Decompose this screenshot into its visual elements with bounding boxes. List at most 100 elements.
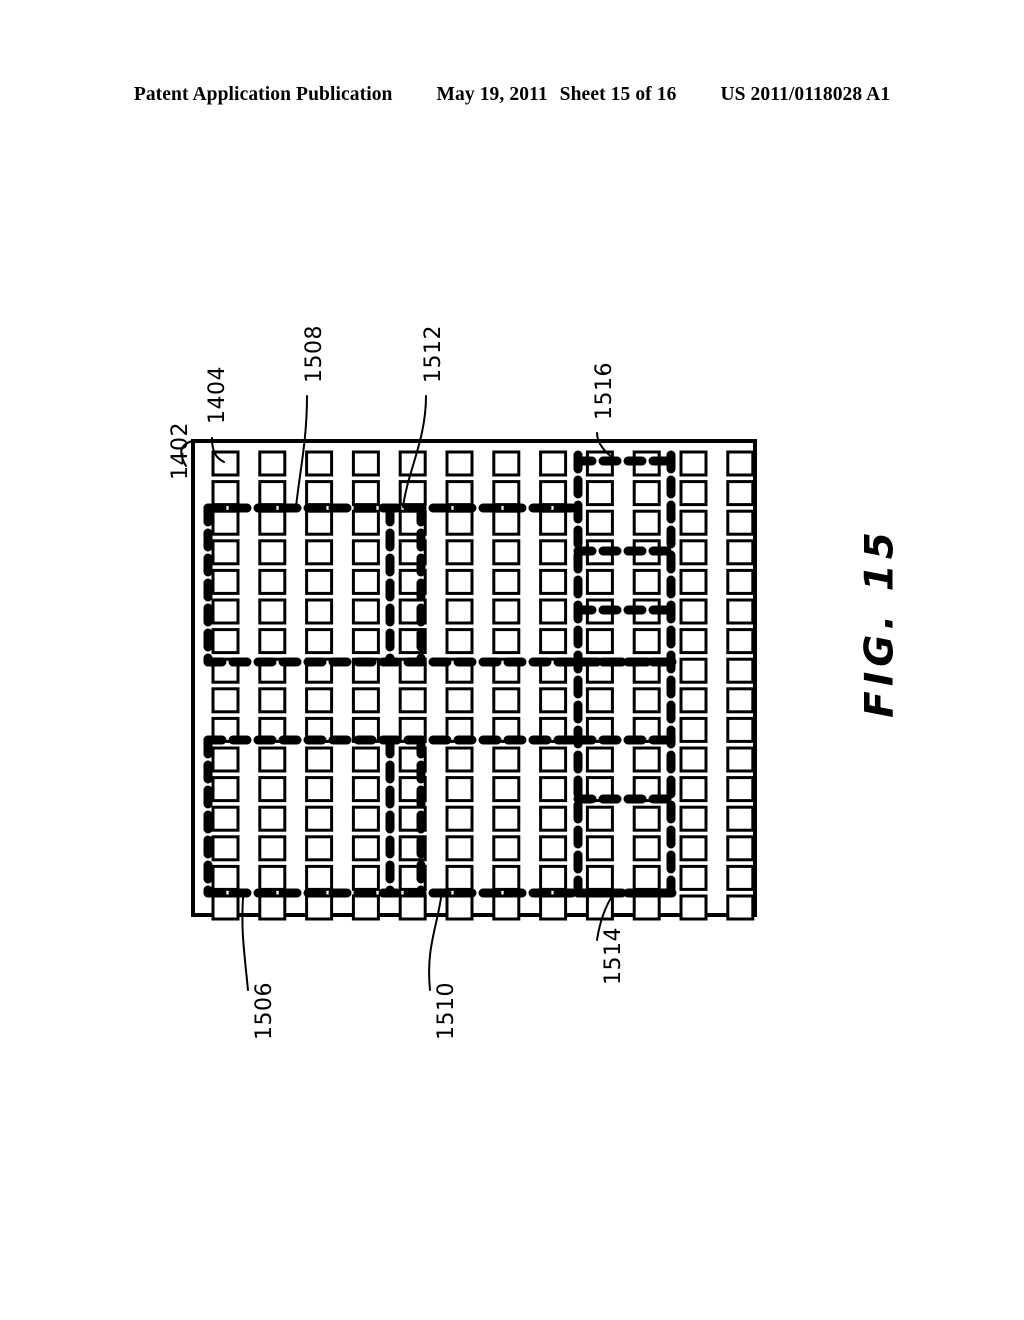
pad-square: [492, 746, 521, 773]
pad-square: [585, 628, 614, 655]
pad-square: [305, 598, 334, 625]
pad-square: [679, 776, 708, 803]
pad-square: [492, 628, 521, 655]
pad-square: [305, 864, 334, 891]
reference-numeral-1402: 1402: [168, 422, 193, 480]
pad-square: [492, 539, 521, 566]
pad-square: [351, 687, 380, 714]
pad-square: [726, 746, 755, 773]
figure-svg: [180, 395, 757, 991]
reference-numeral-1404: 1404: [205, 366, 230, 424]
pad-square: [258, 568, 287, 595]
pad-square: [539, 509, 568, 536]
pad-square: [351, 539, 380, 566]
pad-square: [726, 716, 755, 743]
pad-square: [679, 568, 708, 595]
pad-square: [445, 598, 474, 625]
pad-square: [726, 835, 755, 862]
pad-square: [258, 687, 287, 714]
pad-square: [492, 894, 521, 921]
pad-square: [351, 568, 380, 595]
pad-square: [726, 539, 755, 566]
pad-square: [211, 805, 240, 832]
pad-square: [539, 598, 568, 625]
pad-square: [351, 450, 380, 477]
pad-square: [632, 835, 661, 862]
pad-square: [351, 628, 380, 655]
pad-square: [726, 568, 755, 595]
pad-square: [305, 894, 334, 921]
pad-square: [258, 776, 287, 803]
pad-square: [258, 480, 287, 507]
pad-square: [679, 628, 708, 655]
reference-numeral-1514: 1514: [601, 927, 626, 985]
pad-square: [726, 657, 755, 684]
pad-square: [539, 687, 568, 714]
pad-square: [445, 687, 474, 714]
pad-square: [726, 776, 755, 803]
pad-square: [585, 835, 614, 862]
pad-square: [351, 805, 380, 832]
pad-square: [351, 509, 380, 536]
pad-square: [726, 894, 755, 921]
reference-numeral-1516: 1516: [592, 362, 617, 420]
pad-square: [492, 450, 521, 477]
pad-square: [258, 509, 287, 536]
pad-square: [492, 598, 521, 625]
pad-square: [305, 805, 334, 832]
pad-square: [632, 509, 661, 536]
pad-square: [679, 746, 708, 773]
pad-square: [632, 746, 661, 773]
pad-square: [539, 776, 568, 803]
pad-square: [726, 864, 755, 891]
pad-square: [445, 628, 474, 655]
pad-square: [539, 480, 568, 507]
pad-square: [211, 480, 240, 507]
pad-square: [211, 598, 240, 625]
pad-square: [211, 509, 240, 536]
pad-square: [258, 539, 287, 566]
pad-square: [305, 628, 334, 655]
pad-square: [258, 450, 287, 477]
pad-square: [398, 687, 427, 714]
pad-square: [211, 539, 240, 566]
pad-square: [585, 894, 614, 921]
pad-square: [585, 568, 614, 595]
pad-square: [632, 864, 661, 891]
pad-square: [258, 746, 287, 773]
pad-square: [679, 835, 708, 862]
pad-square: [258, 628, 287, 655]
leader-line-1506: [241, 897, 249, 991]
pad-square: [398, 894, 427, 921]
pad-square: [679, 894, 708, 921]
pad-square: [305, 480, 334, 507]
pad-square: [351, 776, 380, 803]
pad-square: [305, 687, 334, 714]
pad-square: [492, 776, 521, 803]
reference-numeral-1510: 1510: [434, 982, 459, 1040]
pad-square: [445, 480, 474, 507]
pad-square: [492, 568, 521, 595]
pad-square: [632, 568, 661, 595]
reference-numeral-1512: 1512: [421, 325, 446, 383]
pad-square: [211, 628, 240, 655]
pad-square: [211, 864, 240, 891]
pad-square: [632, 687, 661, 714]
pad-square: [445, 539, 474, 566]
pad-square: [679, 716, 708, 743]
pad-square: [726, 509, 755, 536]
pad-square: [539, 894, 568, 921]
reference-numeral-1508: 1508: [302, 325, 327, 383]
pad-square: [539, 746, 568, 773]
pad-square: [305, 539, 334, 566]
pad-square: [726, 687, 755, 714]
pad-square: [445, 864, 474, 891]
pad-square: [258, 894, 287, 921]
pad-square: [492, 509, 521, 536]
pad-square: [445, 776, 474, 803]
pad-square: [211, 568, 240, 595]
pad-square: [492, 480, 521, 507]
pad-square: [679, 805, 708, 832]
pad-square: [351, 864, 380, 891]
pad-square: [351, 598, 380, 625]
